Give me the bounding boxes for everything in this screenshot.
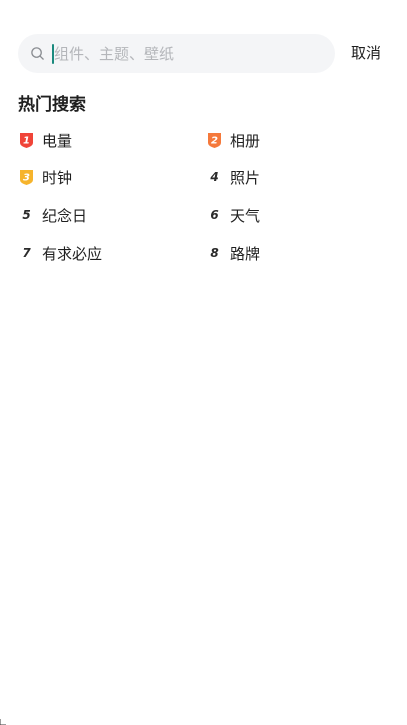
rank-badge-icon: 3 xyxy=(18,169,35,186)
search-input[interactable] xyxy=(53,34,323,73)
hot-item-7[interactable]: 7 有求必应 xyxy=(18,240,102,266)
rank-number: 6 xyxy=(210,208,219,222)
cancel-button[interactable]: 取消 xyxy=(351,34,381,73)
hot-item-6[interactable]: 6 天气 xyxy=(206,202,260,228)
hot-item-5[interactable]: 5 纪念日 xyxy=(18,202,87,228)
hot-item-label: 路牌 xyxy=(230,244,261,263)
hot-item-2[interactable]: 2 相册 xyxy=(206,127,260,153)
hot-item-label: 天气 xyxy=(230,206,261,225)
hot-item-4[interactable]: 4 照片 xyxy=(206,164,260,190)
hot-item-label: 纪念日 xyxy=(42,206,88,225)
hot-item-label: 电量 xyxy=(42,131,73,150)
svg-text:2: 2 xyxy=(211,135,218,146)
corner-mark-icon xyxy=(0,719,6,725)
search-bar: 取消 xyxy=(18,34,389,73)
rank-badge-icon: 2 xyxy=(206,132,223,149)
search-box[interactable] xyxy=(18,34,335,73)
search-screen: 取消 热门搜索 1 电量 2 相册 xyxy=(0,0,407,725)
rank-number: 8 xyxy=(210,246,219,260)
svg-text:3: 3 xyxy=(23,172,30,183)
rank-number: 5 xyxy=(22,208,31,222)
hot-search-title: 热门搜索 xyxy=(18,95,86,115)
svg-text:1: 1 xyxy=(23,135,30,146)
rank-number: 4 xyxy=(210,170,219,184)
hot-item-3[interactable]: 3 时钟 xyxy=(18,164,72,190)
hot-item-label: 相册 xyxy=(230,131,261,150)
search-icon xyxy=(31,47,44,60)
hot-item-8[interactable]: 8 路牌 xyxy=(206,240,260,266)
hot-item-label: 时钟 xyxy=(42,168,73,187)
hot-item-label: 照片 xyxy=(230,168,261,187)
hot-item-label: 有求必应 xyxy=(42,244,103,263)
rank-number: 7 xyxy=(22,246,31,260)
rank-badge-icon: 1 xyxy=(18,132,35,149)
hot-item-1[interactable]: 1 电量 xyxy=(18,127,72,153)
